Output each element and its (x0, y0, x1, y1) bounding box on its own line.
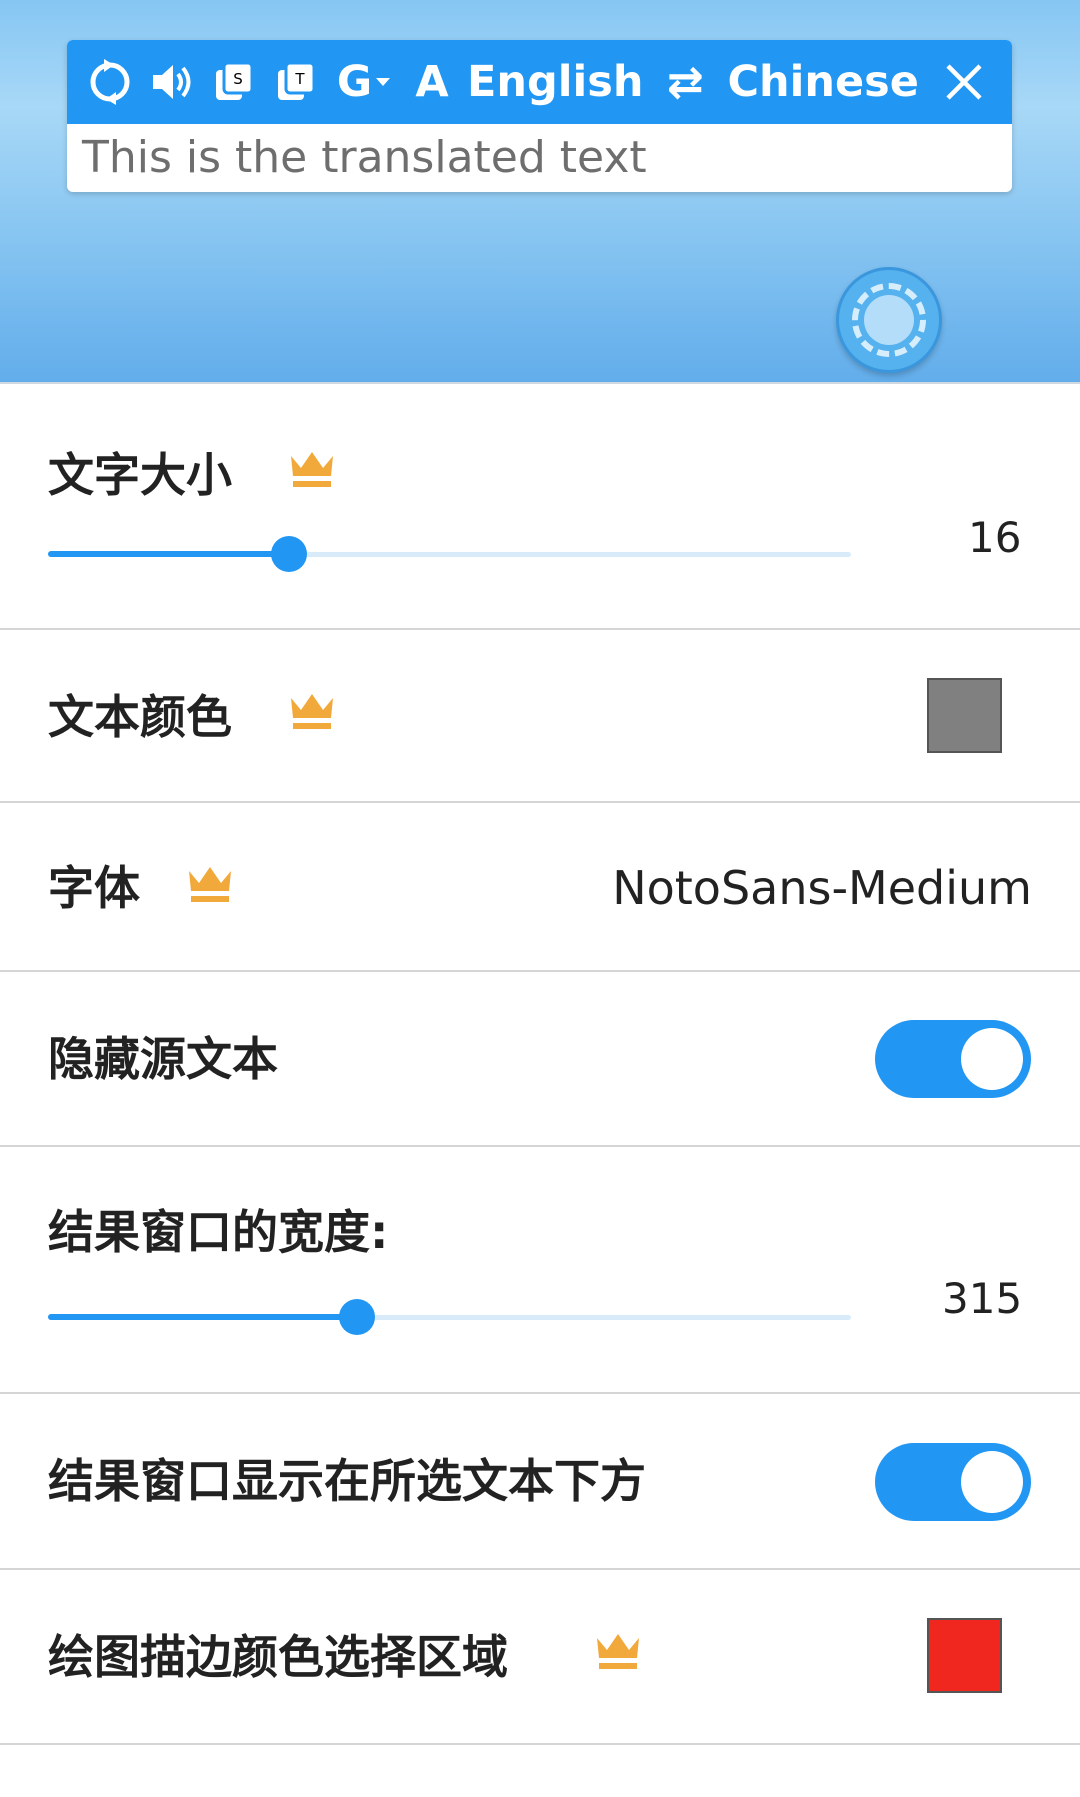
crown-icon (597, 1634, 639, 1669)
text-color-swatch[interactable] (927, 678, 1002, 753)
font-value[interactable]: NotoSans-Medium (612, 865, 1032, 911)
stroke-color-label: 绘图描边颜色选择区域 (48, 1630, 508, 1684)
google-translate-icon[interactable]: G (327, 40, 401, 124)
text-color-label: 文本颜色 (48, 690, 232, 744)
stroke-color-swatch[interactable] (927, 1618, 1002, 1693)
font-size-icon[interactable]: A (401, 57, 463, 107)
setting-text-size: 文字大小 16 (0, 386, 1080, 630)
translation-toolbar: S T G A English ⇄ Chinese (67, 40, 1012, 124)
result-width-label: 结果窗口的宽度: (48, 1205, 389, 1259)
show-below-toggle[interactable] (875, 1443, 1031, 1521)
translated-text: This is the translated text (82, 132, 647, 183)
crown-icon (189, 867, 231, 902)
slider-fill (48, 1314, 357, 1320)
setting-result-width: 结果窗口的宽度: 315 (0, 1147, 1080, 1394)
text-size-value: 16 (968, 513, 1022, 562)
setting-stroke-color[interactable]: 绘图描边颜色选择区域 (0, 1570, 1080, 1745)
slider-thumb[interactable] (339, 1299, 375, 1335)
bubble-core (864, 295, 914, 345)
font-label: 字体 (48, 861, 140, 915)
setting-font[interactable]: 字体 NotoSans-Medium (0, 803, 1080, 972)
hide-source-toggle[interactable] (875, 1020, 1031, 1098)
result-width-slider[interactable] (48, 1297, 851, 1337)
translation-popup: S T G A English ⇄ Chinese This is the tr… (67, 40, 1012, 192)
toggle-knob (961, 1451, 1023, 1513)
svg-text:S: S (233, 70, 243, 88)
toggle-knob (961, 1028, 1023, 1090)
hide-source-label: 隐藏源文本 (48, 1032, 278, 1086)
crown-icon (291, 694, 333, 729)
swap-icon[interactable]: ⇄ (643, 57, 727, 108)
slider-thumb[interactable] (271, 536, 307, 572)
result-width-value: 315 (942, 1274, 1023, 1323)
slider-fill (48, 551, 289, 557)
setting-text-color[interactable]: 文本颜色 (0, 630, 1080, 803)
text-size-label: 文字大小 (48, 448, 232, 502)
source-language[interactable]: English (467, 57, 643, 107)
svg-text:T: T (294, 70, 305, 88)
refresh-icon[interactable] (79, 40, 141, 124)
s-copy-icon[interactable]: S (203, 40, 265, 124)
setting-show-below: 结果窗口显示在所选文本下方 (0, 1394, 1080, 1570)
crown-icon (291, 452, 333, 487)
target-language[interactable]: Chinese (727, 57, 918, 107)
text-size-slider[interactable] (48, 534, 851, 574)
preview-area: S T G A English ⇄ Chinese This is the tr… (0, 0, 1080, 384)
floating-bubble-button[interactable] (836, 267, 942, 373)
setting-hide-source: 隐藏源文本 (0, 972, 1080, 1147)
close-icon[interactable] (933, 40, 995, 124)
t-copy-icon[interactable]: T (265, 40, 327, 124)
show-below-label: 结果窗口显示在所选文本下方 (48, 1454, 646, 1508)
speaker-icon[interactable] (141, 40, 203, 124)
